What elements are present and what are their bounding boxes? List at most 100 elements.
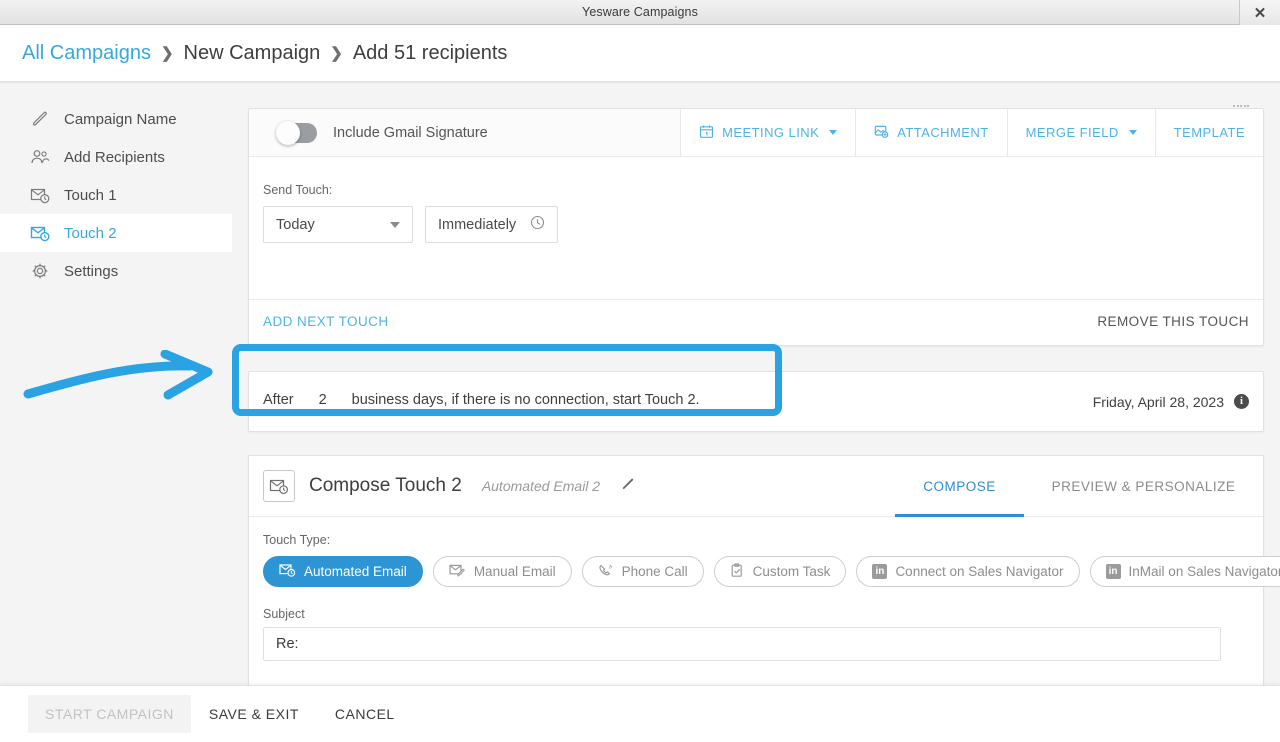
edit-pencil-icon[interactable] bbox=[621, 477, 635, 496]
sidebar-item-label: Touch 2 bbox=[64, 225, 117, 242]
send-touch-controls: Today Immediately bbox=[263, 206, 1263, 243]
sidebar-item-settings[interactable]: Settings bbox=[0, 252, 232, 290]
app-shell: All Campaigns ❯ New Campaign ❯ Add 51 re… bbox=[0, 25, 1280, 742]
pencil-icon bbox=[30, 109, 50, 129]
remove-this-touch-button[interactable]: REMOVE THIS TOUCH bbox=[1097, 314, 1249, 329]
tab-preview-personalize[interactable]: PREVIEW & PERSONALIZE bbox=[1024, 456, 1263, 517]
delay-suffix-label: business days, if there is no connection… bbox=[352, 392, 700, 408]
gear-icon bbox=[30, 261, 50, 281]
sidebar-item-label: Touch 1 bbox=[64, 187, 117, 204]
touch-type-label-text: Phone Call bbox=[622, 564, 688, 579]
composer-toolbar: Include Gmail Signature MEETING LINK ATT… bbox=[249, 109, 1263, 157]
subject-label: Subject bbox=[263, 607, 1249, 621]
calendar-icon bbox=[699, 124, 714, 142]
attachment-button[interactable]: ATTACHMENT bbox=[855, 109, 1006, 156]
touch-type-connect-sales-navigator[interactable]: in Connect on Sales Navigator bbox=[856, 556, 1079, 587]
breadcrumb-separator-2: ❯ bbox=[330, 44, 343, 62]
mail-clock-icon bbox=[30, 223, 50, 243]
meeting-link-button[interactable]: MEETING LINK bbox=[680, 109, 855, 156]
compose-touch-tabs: COMPOSE PREVIEW & PERSONALIZE bbox=[895, 456, 1263, 517]
breadcrumb: All Campaigns ❯ New Campaign ❯ Add 51 re… bbox=[0, 25, 1280, 82]
resize-grip-icon[interactable] bbox=[1233, 99, 1255, 107]
chevron-down-icon bbox=[390, 222, 400, 228]
send-day-value: Today bbox=[276, 217, 315, 233]
touch-type-label: Touch Type: bbox=[263, 533, 1249, 547]
breadcrumb-separator-1: ❯ bbox=[161, 44, 174, 62]
compose-touch-card: Compose Touch 2 Automated Email 2 COMPOS… bbox=[248, 455, 1264, 685]
chevron-down-icon bbox=[829, 130, 837, 135]
compose-touch-subtitle: Automated Email 2 bbox=[482, 478, 600, 494]
compose-touch-title-group: Compose Touch 2 Automated Email 2 bbox=[263, 470, 635, 502]
attachment-label: ATTACHMENT bbox=[897, 125, 988, 140]
save-and-exit-button[interactable]: SAVE & EXIT bbox=[191, 695, 317, 733]
main-content: Include Gmail Signature MEETING LINK ATT… bbox=[232, 82, 1280, 685]
template-button[interactable]: TEMPLATE bbox=[1155, 109, 1263, 156]
delay-date-group: Friday, April 28, 2023 i bbox=[1093, 394, 1249, 410]
mail-clock-icon bbox=[263, 470, 295, 502]
delay-prefix-label: After bbox=[263, 392, 294, 408]
info-icon[interactable]: i bbox=[1234, 394, 1249, 409]
send-touch-section: Send Touch: Today Immediately bbox=[249, 157, 1263, 300]
bottom-action-bar: START CAMPAIGN SAVE & EXIT CANCEL bbox=[0, 685, 1280, 742]
mail-clock-icon bbox=[30, 185, 50, 205]
tab-preview-personalize-label: PREVIEW & PERSONALIZE bbox=[1052, 479, 1236, 494]
cancel-button[interactable]: CANCEL bbox=[317, 695, 413, 733]
window-title: Yesware Campaigns bbox=[582, 5, 698, 19]
delay-rule-card: After business days, if there is no conn… bbox=[248, 371, 1264, 432]
merge-field-button[interactable]: MERGE FIELD bbox=[1007, 109, 1155, 156]
breadcrumb-new-campaign[interactable]: New Campaign bbox=[184, 42, 321, 65]
toggle-knob bbox=[276, 121, 300, 145]
tab-compose[interactable]: COMPOSE bbox=[895, 456, 1024, 517]
meeting-link-label: MEETING LINK bbox=[722, 125, 819, 140]
touch-type-label-text: Manual Email bbox=[474, 564, 556, 579]
sidebar: Campaign Name Add Recipients Touch 1 Tou… bbox=[0, 82, 232, 685]
sidebar-item-campaign-name[interactable]: Campaign Name bbox=[0, 100, 232, 138]
sidebar-item-label: Settings bbox=[64, 263, 118, 280]
phone-icon bbox=[598, 563, 614, 581]
clipboard-check-icon bbox=[730, 563, 745, 581]
sidebar-item-label: Add Recipients bbox=[64, 149, 165, 166]
send-time-select[interactable]: Immediately bbox=[425, 206, 558, 243]
clock-icon bbox=[530, 215, 545, 234]
people-icon bbox=[30, 147, 50, 167]
start-campaign-button[interactable]: START CAMPAIGN bbox=[28, 695, 191, 733]
compose-touch-header: Compose Touch 2 Automated Email 2 COMPOS… bbox=[249, 456, 1263, 517]
gmail-signature-toggle[interactable] bbox=[277, 123, 317, 143]
sidebar-item-add-recipients[interactable]: Add Recipients bbox=[0, 138, 232, 176]
sidebar-item-touch-2[interactable]: Touch 2 bbox=[0, 214, 232, 252]
touch-actions-row: ADD NEXT TOUCH REMOVE THIS TOUCH bbox=[249, 298, 1263, 345]
linkedin-icon: in bbox=[872, 564, 887, 579]
delay-days-input[interactable] bbox=[302, 391, 344, 412]
chevron-down-icon bbox=[1129, 130, 1137, 135]
sidebar-item-label: Campaign Name bbox=[64, 111, 177, 128]
subject-input[interactable] bbox=[263, 627, 1221, 661]
mail-clock-icon bbox=[279, 563, 296, 581]
signature-zone: Include Gmail Signature bbox=[249, 109, 680, 156]
send-touch-label: Send Touch: bbox=[263, 183, 1263, 197]
touch-type-label-text: Connect on Sales Navigator bbox=[895, 564, 1063, 579]
attachment-icon bbox=[874, 124, 889, 142]
compose-touch-body: Touch Type: Automated Email Manual Email bbox=[249, 517, 1263, 661]
touch-type-inmail-sales-navigator[interactable]: in InMail on Sales Navigator bbox=[1090, 556, 1280, 587]
breadcrumb-all-campaigns[interactable]: All Campaigns bbox=[22, 42, 151, 65]
touch-type-phone-call[interactable]: Phone Call bbox=[582, 556, 704, 587]
composer-card: Include Gmail Signature MEETING LINK ATT… bbox=[248, 108, 1264, 346]
touch-type-label-text: Automated Email bbox=[304, 564, 407, 579]
touch-type-automated-email[interactable]: Automated Email bbox=[263, 556, 423, 587]
linkedin-icon: in bbox=[1106, 564, 1121, 579]
touch-type-custom-task[interactable]: Custom Task bbox=[714, 556, 847, 587]
add-next-touch-button[interactable]: ADD NEXT TOUCH bbox=[263, 314, 389, 329]
delay-date-label: Friday, April 28, 2023 bbox=[1093, 394, 1224, 410]
send-day-select[interactable]: Today bbox=[263, 206, 413, 243]
touch-type-manual-email[interactable]: Manual Email bbox=[433, 556, 572, 587]
tab-compose-label: COMPOSE bbox=[923, 479, 996, 494]
sidebar-item-touch-1[interactable]: Touch 1 bbox=[0, 176, 232, 214]
compose-touch-title: Compose Touch 2 bbox=[309, 475, 462, 497]
close-icon[interactable]: ✕ bbox=[1239, 0, 1280, 25]
gmail-signature-label: Include Gmail Signature bbox=[333, 125, 488, 141]
delay-rule-text: After business days, if there is no conn… bbox=[263, 391, 700, 412]
breadcrumb-add-recipients[interactable]: Add 51 recipients bbox=[353, 42, 508, 65]
merge-field-label: MERGE FIELD bbox=[1026, 125, 1119, 140]
template-label: TEMPLATE bbox=[1174, 125, 1245, 140]
send-time-value: Immediately bbox=[438, 217, 516, 233]
